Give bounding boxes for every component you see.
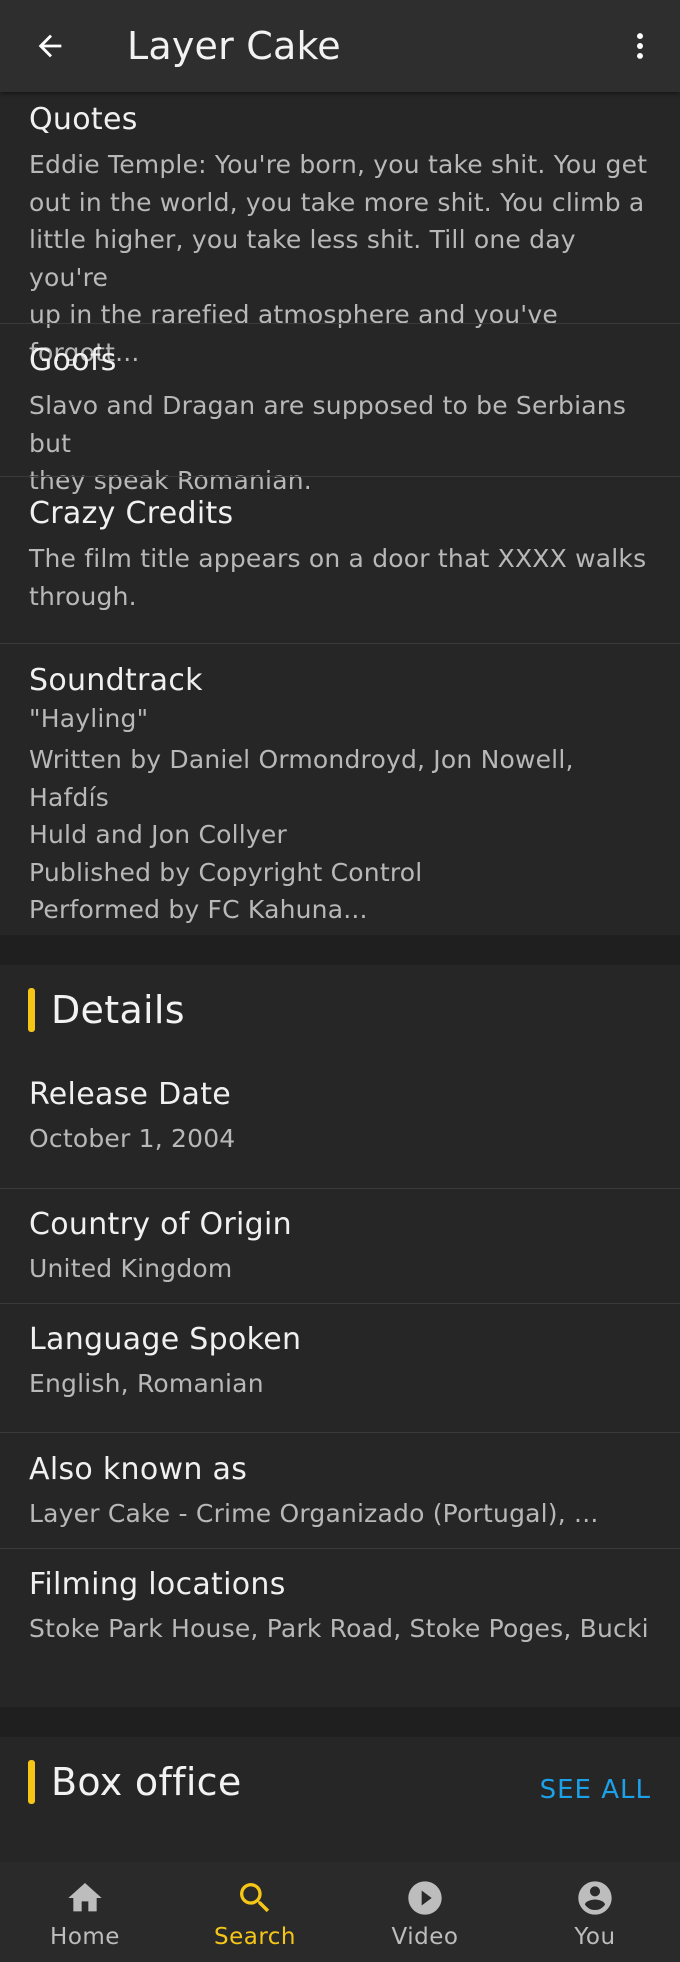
- quotes-line: Eddie Temple: You're born, you take shit…: [29, 150, 648, 179]
- nav-item-you[interactable]: You: [510, 1862, 680, 1962]
- detail-row-filming-locations[interactable]: Filming locations Stoke Park House, Park…: [0, 1565, 680, 1648]
- trivia-card: Quotes Eddie Temple: You're born, you ta…: [0, 92, 680, 935]
- home-icon: [68, 1883, 102, 1912]
- play-circle-icon: [408, 1881, 442, 1915]
- detail-row-release-date[interactable]: Release Date October 1, 2004: [0, 1075, 680, 1158]
- nav-item-video[interactable]: Video: [340, 1862, 510, 1962]
- nav-label: Home: [50, 1924, 120, 1950]
- see-all-link[interactable]: SEE ALL: [540, 1775, 651, 1805]
- detail-row-country-of-origin[interactable]: Country of Origin United Kingdom: [0, 1205, 680, 1288]
- search-icon: [240, 1883, 270, 1913]
- detail-value: Stoke Park House, Park Road, Stoke Poges…: [29, 1614, 651, 1643]
- soundtrack-heading: Soundtrack: [29, 663, 203, 698]
- divider: [0, 323, 680, 324]
- divider: [0, 476, 680, 477]
- soundtrack-line: Huld and Jon Collyer: [29, 820, 287, 849]
- page-title: Layer Cake: [127, 24, 341, 68]
- detail-label: Also known as: [29, 1452, 248, 1487]
- nav-label: Video: [391, 1924, 459, 1950]
- divider: [0, 1432, 680, 1433]
- details-section-title: Details: [51, 988, 185, 1032]
- detail-row-also-known-as[interactable]: Also known as Layer Cake - Crime Organiz…: [0, 1450, 680, 1533]
- quotes-line: out in the world, you take more shit. Yo…: [29, 187, 645, 217]
- crazy-credits-line: The film title appears on a door that XX…: [29, 544, 647, 573]
- divider: [0, 643, 680, 644]
- more-vert-icon: [637, 33, 643, 59]
- detail-value: October 1, 2004: [29, 1124, 236, 1153]
- account-circle-icon: [578, 1881, 612, 1915]
- crazy-credits-line: through.: [29, 581, 137, 611]
- detail-row-language-spoken[interactable]: Language Spoken English, Romanian: [0, 1320, 680, 1403]
- soundtrack-line: Published by Copyright Control: [29, 857, 423, 887]
- divider: [0, 1548, 680, 1549]
- box-office-section-header: Box office: [28, 1760, 242, 1804]
- box-office-section-title: Box office: [51, 1760, 242, 1804]
- crazy-credits-item[interactable]: Crazy Credits The film title appears on …: [0, 494, 680, 615]
- detail-value: Layer Cake - Crime Organizado (Portugal)…: [29, 1499, 599, 1528]
- detail-label: Filming locations: [29, 1567, 286, 1602]
- detail-label: Release Date: [29, 1077, 232, 1112]
- soundtrack-line: Performed by FC Kahuna...: [29, 895, 368, 924]
- soundtrack-line: Written by Daniel Ormondroyd, Jon Nowell…: [29, 745, 574, 812]
- goofs-line: Slavo and Dragan are supposed to be Serb…: [29, 391, 627, 458]
- details-card: Details Release Date October 1, 2004 Cou…: [0, 965, 680, 1707]
- arrow-back-icon: [38, 34, 62, 58]
- section-accent-bar: [28, 988, 35, 1032]
- app-bar: Layer Cake: [0, 0, 680, 92]
- details-section-header: Details: [28, 988, 185, 1032]
- goofs-heading: Goofs: [29, 343, 117, 378]
- nav-label: Search: [213, 1924, 297, 1950]
- detail-value: English, Romanian: [29, 1369, 264, 1398]
- quotes-heading: Quotes: [29, 102, 138, 137]
- bottom-navigation: Home Search Video You: [0, 1862, 680, 1962]
- quotes-line: little higher, you take less shit. Till …: [29, 225, 576, 292]
- back-button[interactable]: [0, 0, 100, 92]
- nav-label: You: [574, 1924, 616, 1950]
- detail-label: Language Spoken: [29, 1322, 302, 1357]
- section-accent-bar: [28, 1760, 35, 1804]
- soundtrack-song-title: "Hayling": [29, 704, 149, 733]
- divider: [0, 1188, 680, 1189]
- nav-item-home[interactable]: Home: [0, 1862, 170, 1962]
- divider: [0, 1303, 680, 1304]
- soundtrack-item[interactable]: Soundtrack "Hayling" Written by Daniel O…: [0, 661, 680, 929]
- detail-value: United Kingdom: [29, 1254, 233, 1283]
- nav-item-search[interactable]: Search: [170, 1862, 340, 1962]
- crazy-credits-heading: Crazy Credits: [29, 496, 234, 531]
- quotes-item[interactable]: Quotes Eddie Temple: You're born, you ta…: [0, 100, 680, 371]
- detail-label: Country of Origin: [29, 1207, 292, 1242]
- box-office-card: Box office SEE ALL: [0, 1737, 680, 1862]
- more-options-button[interactable]: [600, 0, 680, 92]
